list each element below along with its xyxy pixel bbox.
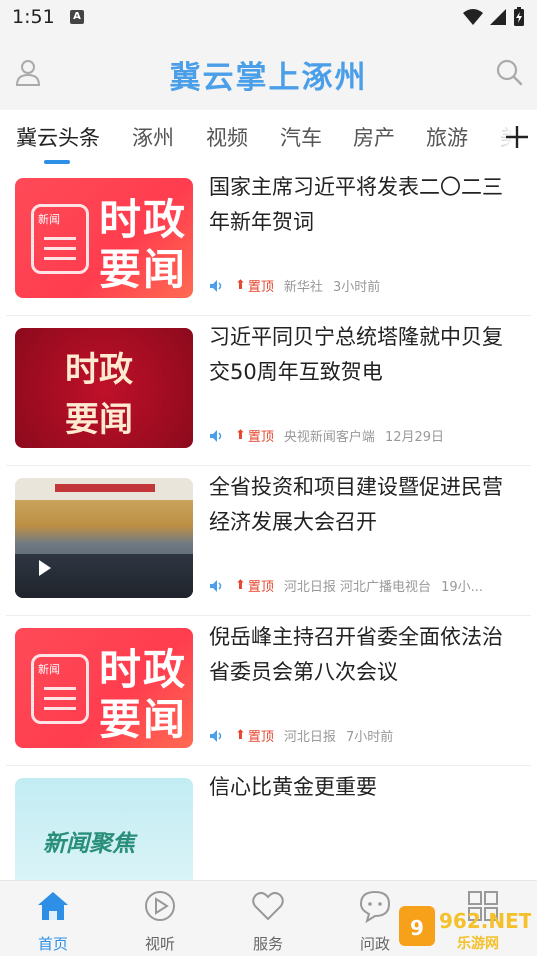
news-item[interactable]: 新闻 时 政 要 闻 国家主席习近平将发表二〇二三年新年贺词 ⬆ 置顶 新华社 3… xyxy=(6,166,531,316)
tab-auto[interactable]: 汽车 xyxy=(280,122,322,152)
svg-text:9: 9 xyxy=(410,916,424,940)
news-thumbnail: 时政 要闻 xyxy=(15,328,193,448)
status-icons xyxy=(463,7,525,27)
nav-service[interactable]: 服务 xyxy=(233,889,303,954)
news-meta: ⬆ 置顶 央视新闻客户端 12月29日 xyxy=(209,426,444,445)
speaker-icon[interactable] xyxy=(209,579,225,593)
news-title: 国家主席习近平将发表二〇二三年新年贺词 xyxy=(209,175,503,234)
search-icon[interactable] xyxy=(495,58,523,86)
news-time: 12月29日 xyxy=(384,430,445,445)
notification-icon: A xyxy=(70,10,84,24)
wifi-icon xyxy=(463,9,483,25)
pin-arrow-icon: ⬆ xyxy=(235,728,246,743)
news-thumbnail xyxy=(15,478,193,598)
play-circle-icon xyxy=(145,891,175,921)
tab-active-indicator xyxy=(44,160,70,164)
pin-badge: ⬆ 置顶 xyxy=(235,578,274,595)
play-icon[interactable] xyxy=(39,560,51,576)
pin-badge: ⬆ 置顶 xyxy=(235,278,274,295)
news-time: 3小时前 xyxy=(332,280,381,295)
news-title: 习近平同贝宁总统塔隆就中贝复交50周年互致贺电 xyxy=(209,325,503,384)
news-meta: ⬆ 置顶 河北日报 7小时前 xyxy=(209,726,393,745)
news-source: 河北日报 xyxy=(283,730,336,745)
tab-travel[interactable]: 旅游 xyxy=(426,122,468,152)
news-source: 央视新闻客户端 xyxy=(283,430,375,445)
news-item[interactable]: 新闻 时 政 要 闻 倪岳峰主持召开省委全面依法治省委员会第八次会议 ⬆ 置顶 河… xyxy=(6,616,531,766)
news-badge-icon: 新闻 xyxy=(31,654,89,724)
news-title: 倪岳峰主持召开省委全面依法治省委员会第八次会议 xyxy=(209,625,503,684)
home-icon xyxy=(38,892,68,920)
battery-icon xyxy=(514,7,524,26)
news-title: 信心比黄金更重要 xyxy=(209,775,377,799)
tab-zhuozhou[interactable]: 涿州 xyxy=(132,122,174,152)
tab-toutiao[interactable]: 冀云头条 xyxy=(16,122,100,152)
news-title: 全省投资和项目建设暨促进民营经济发展大会召开 xyxy=(209,475,503,534)
news-badge-icon: 新闻 xyxy=(31,204,89,274)
speaker-icon[interactable] xyxy=(209,279,225,293)
speaker-icon[interactable] xyxy=(209,729,225,743)
nav-home[interactable]: 首页 xyxy=(18,889,88,954)
status-time: 1:51 xyxy=(12,6,55,28)
heart-icon xyxy=(252,891,284,921)
news-feed: 新闻 时 政 要 闻 国家主席习近平将发表二〇二三年新年贺词 ⬆ 置顶 新华社 3… xyxy=(0,166,537,916)
news-source: 新华社 xyxy=(283,280,323,295)
svg-text:乐游网: 乐游网 xyxy=(457,935,499,952)
news-meta: ⬆ 置顶 新华社 3小时前 xyxy=(209,276,380,295)
category-tabs: 冀云头条 涿州 视频 汽车 房产 旅游 美 xyxy=(0,110,537,166)
pin-arrow-icon: ⬆ xyxy=(235,428,246,443)
app-title: 冀云掌上涿州 xyxy=(169,60,368,96)
news-time: 19小... xyxy=(441,580,484,595)
signal-icon xyxy=(490,9,506,25)
pin-badge: ⬆ 置顶 xyxy=(235,428,274,445)
plus-icon xyxy=(506,126,528,148)
site-watermark: 9 962.NET 乐游网 xyxy=(399,906,531,952)
chat-icon xyxy=(359,890,391,924)
news-item[interactable]: 时政 要闻 习近平同贝宁总统塔隆就中贝复交50周年互致贺电 ⬆ 置顶 央视新闻客户… xyxy=(6,316,531,466)
news-source: 河北日报 河北广播电视台 xyxy=(283,580,432,595)
app-header: 冀云掌上涿州 xyxy=(0,36,537,110)
pin-badge: ⬆ 置顶 xyxy=(235,728,274,745)
speaker-icon[interactable] xyxy=(209,429,225,443)
pin-arrow-icon: ⬆ xyxy=(235,278,246,293)
pin-arrow-icon: ⬆ xyxy=(235,578,246,593)
svg-text:962.NET: 962.NET xyxy=(439,909,531,933)
news-meta: ⬆ 置顶 河北日报 河北广播电视台 19小... xyxy=(209,576,483,595)
nav-audiovisual[interactable]: 视听 xyxy=(125,889,195,954)
news-time: 7小时前 xyxy=(345,730,394,745)
add-channel-button[interactable] xyxy=(497,110,537,164)
news-thumbnail: 新闻 时 政 要 闻 xyxy=(15,178,193,298)
news-item[interactable]: 全省投资和项目建设暨促进民营经济发展大会召开 ⬆ 置顶 河北日报 河北广播电视台 … xyxy=(6,466,531,616)
status-bar: 1:51 A xyxy=(0,0,537,36)
tab-video[interactable]: 视频 xyxy=(206,122,248,152)
news-thumbnail: 新闻 时 政 要 闻 xyxy=(15,628,193,748)
tab-realestate[interactable]: 房产 xyxy=(353,122,395,152)
